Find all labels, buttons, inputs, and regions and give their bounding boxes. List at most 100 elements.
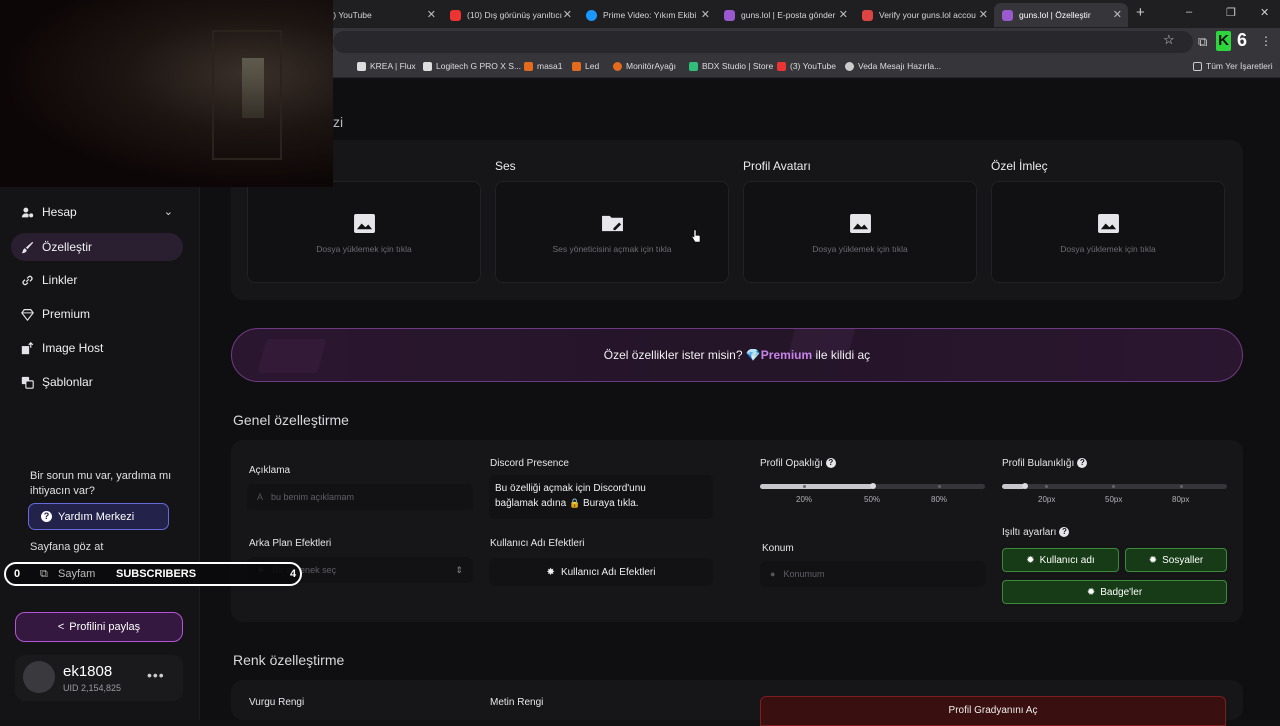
address-bar[interactable] — [333, 31, 1193, 53]
maximize-button[interactable]: ❐ — [1226, 6, 1236, 19]
prime-video-icon — [586, 9, 597, 21]
username-effects-button[interactable]: ✸ Kullanıcı Adı Efektleri — [489, 558, 713, 586]
opacity-slider-handle[interactable] — [870, 483, 876, 489]
bookmark-item[interactable]: BDX Studio | Store — [689, 61, 773, 71]
bookmark-item[interactable]: (3) YouTube — [777, 61, 836, 71]
sidebar-item-premium[interactable]: Premium — [11, 300, 183, 328]
cursor-title: Özel İmleç — [991, 159, 1048, 173]
browser-menu-icon[interactable]: ⋮ — [1260, 34, 1272, 48]
username: ek1808 — [63, 663, 113, 680]
slider-tick — [938, 485, 941, 488]
audio-title: Ses — [495, 159, 516, 173]
bookmark-item[interactable]: masa1 — [524, 61, 563, 71]
sidebar-item-ozellestir[interactable]: Özelleştir — [11, 233, 183, 261]
extensions-icon[interactable]: ⧉ — [1198, 34, 1207, 50]
webcam-overlay — [0, 0, 333, 187]
bookmark-star-icon[interactable]: ☆ — [1163, 32, 1175, 48]
help-center-button[interactable]: ? Yardım Merkezi — [28, 503, 169, 530]
bookmark-item[interactable]: MonitörAyağı — [613, 61, 676, 71]
sun-icon: ✹ — [1148, 554, 1158, 566]
sun-icon: ✹ — [1026, 554, 1035, 566]
glow-socials-button[interactable]: ✹ Sosyaller — [1125, 548, 1227, 572]
discord-connect-link[interactable]: Buraya tıkla. — [583, 498, 639, 509]
browser-tab[interactable]: Prime Video: Yıkım Ekibi ✕ — [578, 3, 716, 27]
sidebar-item-hesap[interactable]: Hesap ⌄ — [11, 198, 183, 226]
blur-tick-label: 20px — [1038, 495, 1056, 504]
blur-slider-handle[interactable] — [1022, 483, 1028, 489]
logitech-icon — [423, 61, 432, 71]
text-icon: A — [257, 492, 264, 502]
user-card[interactable]: ek1808 UID 2,154,825 ••• — [15, 655, 183, 701]
section-title-fragment: zi — [333, 114, 344, 130]
sidebar-item-sablonlar[interactable]: Şablonlar — [11, 368, 183, 396]
description-label: Açıklama — [249, 465, 291, 476]
cursor-upload-box[interactable]: Dosya yüklemek için tıkla — [991, 181, 1225, 283]
help-icon[interactable]: ? — [1077, 458, 1088, 468]
minimize-button[interactable]: – — [1186, 6, 1192, 18]
help-icon[interactable]: ? — [825, 458, 836, 468]
slider-tick — [1045, 485, 1048, 488]
more-options-icon[interactable]: ••• — [147, 667, 165, 683]
close-tab-icon[interactable]: ✕ — [979, 8, 988, 21]
image-icon — [850, 214, 871, 233]
all-bookmarks-button[interactable]: Tüm Yer İşaretleri — [1193, 61, 1273, 71]
map-pin-icon: ● — [770, 569, 776, 579]
brush-icon — [21, 241, 34, 253]
close-tab-icon[interactable]: ✕ — [839, 8, 848, 21]
bookmark-item[interactable]: Led — [572, 61, 599, 71]
premium-banner[interactable]: Özel özellikler ister misin? 💎Premium il… — [231, 328, 1243, 382]
hepsiburada-icon — [572, 61, 581, 71]
browser-tab-active[interactable]: guns.lol | Özelleştir ✕ — [994, 3, 1128, 27]
blur-slider[interactable] — [1002, 483, 1227, 489]
avatar-upload-box[interactable]: Dosya yüklemek için tıkla — [743, 181, 977, 283]
bookmark-item[interactable]: KREA | Flux — [357, 61, 416, 71]
description-input[interactable]: A bu benim açıklamam — [247, 484, 473, 510]
accent-color-label: Vurgu Rengi — [249, 697, 305, 708]
bookmark-item[interactable]: Veda Mesajı Hazırla... — [845, 61, 941, 71]
image-icon — [354, 214, 375, 233]
profile-gradient-button[interactable]: Profil Gradyanını Aç — [760, 696, 1226, 726]
sidebar-item-image-host[interactable]: Image Host — [11, 334, 183, 362]
close-tab-icon[interactable]: ✕ — [701, 8, 710, 21]
color-section-title: Renk özelleştirme — [233, 652, 345, 668]
browser-tab[interactable]: (10) Dış görünüş yanıltıcı ✕ — [442, 3, 578, 27]
youtube-icon — [450, 9, 461, 21]
subscriber-goal-count: 4 — [290, 568, 297, 580]
bookmark-item[interactable]: Logitech G PRO X S... — [423, 61, 521, 71]
discord-connect-box[interactable]: Bu özelliği açmak için Discord'unu bağla… — [489, 475, 713, 519]
close-tab-icon[interactable]: ✕ — [563, 8, 572, 21]
extension-counter: 6 — [1237, 30, 1248, 50]
gmail-icon — [862, 9, 873, 21]
site-icon — [613, 61, 622, 71]
close-window-button[interactable]: ✕ — [1260, 6, 1269, 19]
webcam-door — [242, 58, 264, 118]
templates-icon — [21, 376, 34, 389]
external-link-icon: ⧉ — [40, 567, 48, 580]
help-icon[interactable]: ? — [1059, 527, 1070, 537]
browser-tab[interactable]: guns.lol | E-posta gönder ✕ — [716, 3, 854, 27]
chevron-down-icon: ⌄ — [163, 206, 173, 218]
location-input[interactable]: ● Konumum — [760, 561, 986, 587]
glow-badges-button[interactable]: ✹ Badge'ler — [1002, 580, 1227, 604]
location-label: Konum — [762, 543, 794, 554]
new-tab-button[interactable]: + — [1136, 4, 1145, 21]
blur-label: Profil Bulanıklığı? — [1002, 458, 1088, 469]
close-tab-icon[interactable]: ✕ — [1113, 8, 1122, 21]
close-tab-icon[interactable]: ✕ — [427, 8, 436, 21]
my-page-button[interactable]: Sayfam — [58, 568, 95, 580]
image-icon — [1098, 214, 1119, 233]
slider-tick — [1112, 485, 1115, 488]
background-upload-box[interactable]: Dosya yüklemek için tıkla — [247, 181, 481, 283]
image-upload-icon — [21, 341, 34, 354]
slider-tick — [1180, 485, 1183, 488]
share-icon: < — [57, 621, 65, 633]
sidebar-item-linkler[interactable]: Linkler — [11, 266, 183, 294]
diamond-icon — [21, 308, 34, 321]
browser-tab[interactable]: Verify your guns.lol accou ✕ — [854, 3, 994, 27]
share-profile-button[interactable]: < Profilini paylaş — [15, 612, 183, 642]
sun-icon: ✹ — [1086, 586, 1096, 598]
opacity-slider[interactable] — [760, 483, 985, 489]
help-text: Bir sorun mu var, yardıma mı ihtiyacın v… — [30, 470, 172, 497]
glow-username-button[interactable]: ✹ Kullanıcı adı — [1002, 548, 1119, 572]
k-extension-icon[interactable]: K — [1216, 31, 1231, 51]
